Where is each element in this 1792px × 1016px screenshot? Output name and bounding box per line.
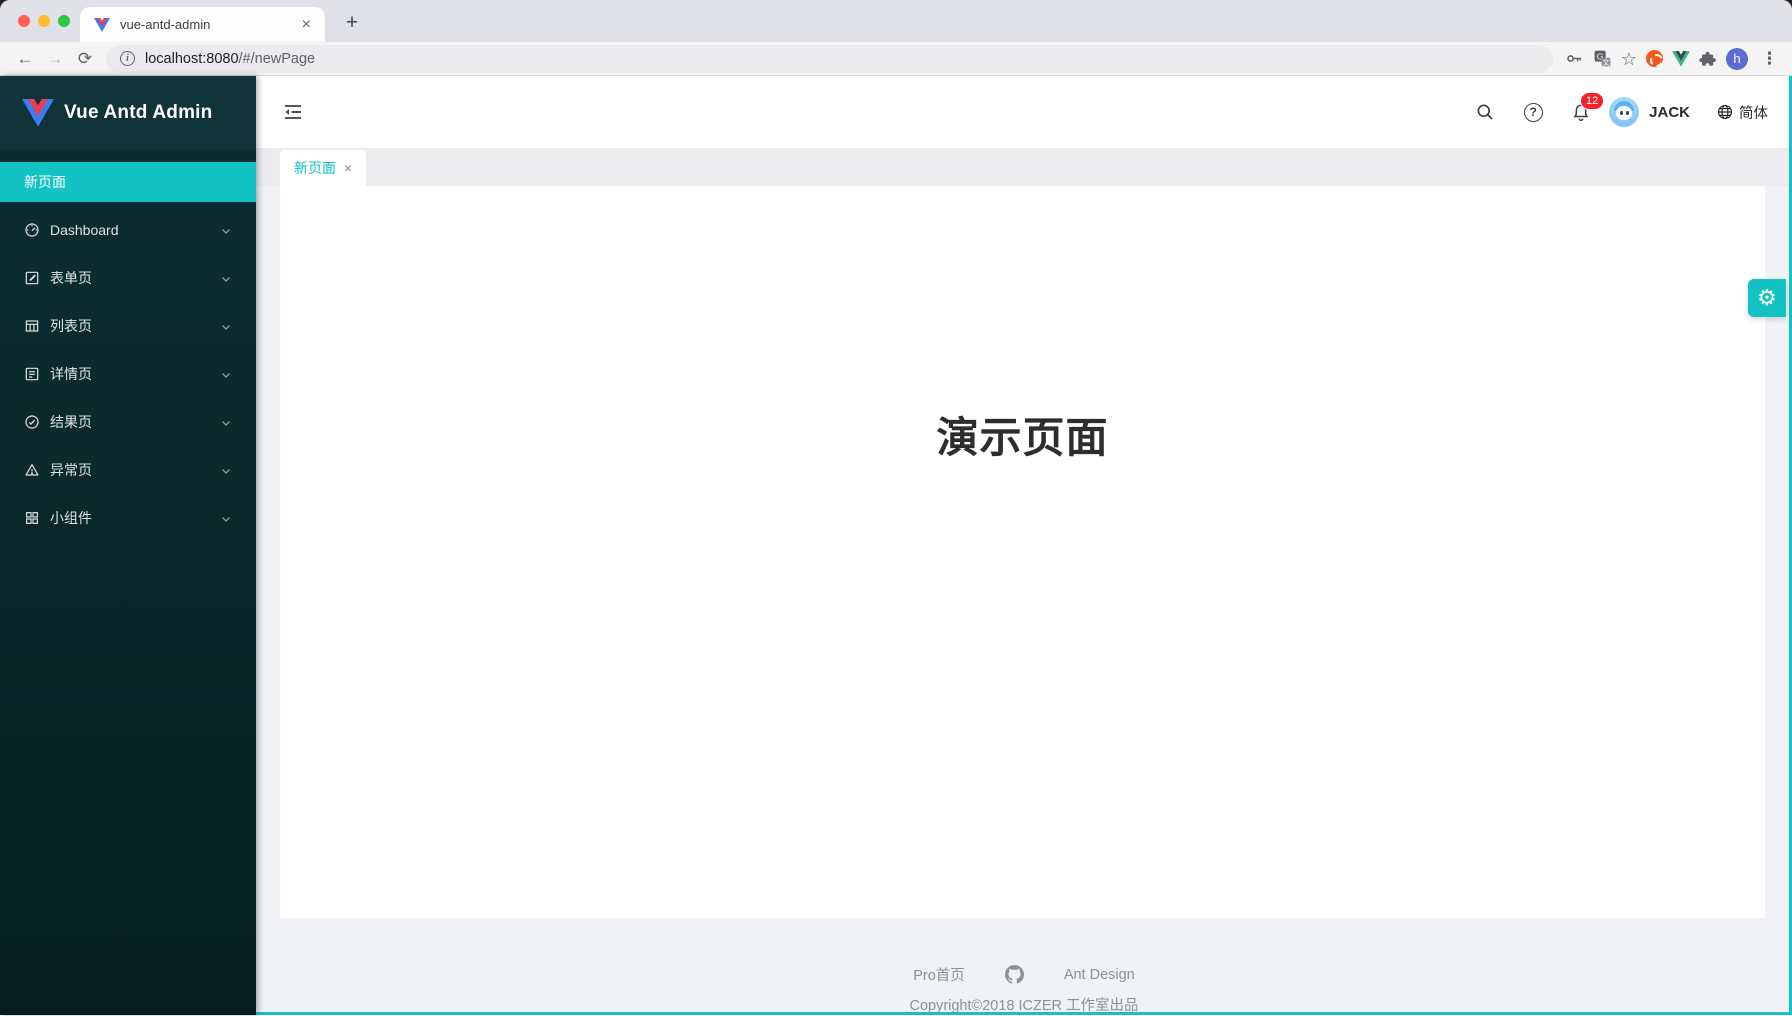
reload-icon[interactable]: ⟳: [70, 44, 100, 74]
chevron-down-icon: [220, 512, 232, 524]
browser-profile-avatar[interactable]: h: [1726, 48, 1748, 70]
app-header: ? 12 JACK 简体: [256, 76, 1792, 148]
vue-devtools-icon[interactable]: [1672, 51, 1690, 67]
translate-icon[interactable]: G文: [1593, 49, 1612, 68]
content-area: 演示页面 Pro首页 Ant Design Copyright©2018 ICZ…: [256, 186, 1792, 1015]
extensions-puzzle-icon[interactable]: [1699, 50, 1717, 68]
language-label: 简体: [1739, 102, 1768, 123]
page-tab-active[interactable]: 新页面 ×: [280, 150, 366, 186]
chevron-down-icon: [220, 224, 232, 236]
url-text[interactable]: localhost:8080/#/newPage: [145, 51, 315, 67]
header-actions: ? 12 JACK 简体: [1465, 92, 1768, 132]
appstore-icon: [24, 510, 40, 526]
sidebar-item-label: 新页面: [24, 172, 232, 192]
dashboard-icon: [24, 222, 40, 238]
toolbar-icons: G文 ☆ h ⋮: [1565, 48, 1782, 70]
back-icon[interactable]: ←: [10, 44, 40, 74]
notification-badge: 12: [1581, 93, 1603, 109]
form-icon: [24, 270, 40, 286]
user-avatar[interactable]: [1609, 97, 1639, 127]
close-window-button[interactable]: [18, 15, 30, 27]
vue-logo-icon: [22, 99, 54, 127]
chevron-down-icon: [220, 320, 232, 332]
footer-links: Pro首页 Ant Design: [256, 918, 1792, 985]
accent-bottom-edge: [0, 1012, 1792, 1015]
tab-close-icon[interactable]: ×: [298, 17, 315, 33]
settings-drawer-button[interactable]: ⚙: [1748, 279, 1786, 317]
language-selector[interactable]: 简体: [1716, 102, 1768, 123]
fullscreen-window-button[interactable]: [58, 15, 70, 27]
sidebar-item-newpage[interactable]: 新页面: [0, 162, 256, 202]
vue-favicon: [94, 17, 110, 33]
sidebar-item-detail[interactable]: 详情页: [0, 354, 256, 394]
sidebar-item-label: 表单页: [50, 268, 220, 288]
warning-icon: [24, 462, 40, 478]
password-key-icon[interactable]: [1565, 49, 1584, 68]
sidebar-item-form[interactable]: 表单页: [0, 258, 256, 298]
browser-tabstrip: vue-antd-admin × +: [0, 0, 1792, 42]
browser-tab-title: vue-antd-admin: [120, 17, 298, 32]
profile-icon: [24, 366, 40, 382]
url-host: localhost:8080: [145, 51, 239, 67]
extension-orange-icon[interactable]: [1646, 50, 1663, 67]
sidebar-item-label: 列表页: [50, 316, 220, 336]
sidebar-item-exception[interactable]: 异常页: [0, 450, 256, 490]
footer-link-antd[interactable]: Ant Design: [1064, 967, 1135, 983]
notification-button[interactable]: 12: [1561, 92, 1601, 132]
browser-menu-icon[interactable]: ⋮: [1757, 49, 1782, 69]
forward-icon: →: [40, 44, 70, 74]
menu-fold-icon[interactable]: [282, 101, 304, 123]
browser-window: vue-antd-admin × + ← → ⟳ i localhost:808…: [0, 0, 1792, 1016]
sidebar-menu: 新页面 Dashboard 表单页 列表页: [0, 150, 256, 538]
new-tab-button[interactable]: +: [338, 10, 366, 36]
chevron-down-icon: [220, 464, 232, 476]
svg-text:文: 文: [1602, 58, 1609, 67]
sidebar-item-result[interactable]: 结果页: [0, 402, 256, 442]
site-info-icon[interactable]: i: [120, 51, 135, 66]
sidebar-item-label: 异常页: [50, 460, 220, 480]
user-name[interactable]: JACK: [1649, 104, 1690, 121]
chevron-down-icon: [220, 416, 232, 428]
gear-icon: ⚙: [1757, 285, 1777, 311]
bookmark-star-icon[interactable]: ☆: [1621, 49, 1637, 69]
table-icon: [24, 318, 40, 334]
app-page: Vue Antd Admin 新页面 Dashboard 表单页: [0, 76, 1792, 1015]
browser-toolbar: ← → ⟳ i localhost:8080/#/newPage G文 ☆ h …: [0, 42, 1792, 76]
page-title: 演示页面: [280, 186, 1765, 465]
page-tab-label: 新页面: [294, 158, 336, 178]
url-path: /#/newPage: [239, 51, 316, 67]
search-button[interactable]: [1465, 92, 1505, 132]
sidebar-item-list[interactable]: 列表页: [0, 306, 256, 346]
sidebar-item-widgets[interactable]: 小组件: [0, 498, 256, 538]
github-icon[interactable]: [1005, 965, 1024, 984]
sidebar-item-label: 小组件: [50, 508, 220, 528]
globe-icon: [1716, 103, 1734, 121]
page-tabbar: 新页面 ×: [256, 148, 1792, 186]
page-tab-close-icon[interactable]: ×: [344, 160, 352, 176]
macos-traffic-lights: [18, 15, 70, 27]
app-title: Vue Antd Admin: [64, 102, 212, 124]
question-circle-icon: ?: [1524, 103, 1543, 122]
help-button[interactable]: ?: [1513, 92, 1553, 132]
check-circle-icon: [24, 414, 40, 430]
page-footer: Pro首页 Ant Design Copyright©2018 ICZER 工作…: [256, 918, 1792, 1015]
chevron-down-icon: [220, 368, 232, 380]
browser-tab[interactable]: vue-antd-admin ×: [80, 7, 325, 42]
content-card: 演示页面: [280, 186, 1765, 918]
address-bar[interactable]: i localhost:8080/#/newPage: [106, 45, 1553, 73]
sidebar: Vue Antd Admin 新页面 Dashboard 表单页: [0, 76, 256, 1015]
search-icon: [1475, 102, 1495, 122]
main-area: ? 12 JACK 简体: [256, 76, 1792, 1015]
sidebar-item-label: 结果页: [50, 412, 220, 432]
sidebar-item-label: Dashboard: [50, 222, 220, 238]
minimize-window-button[interactable]: [38, 15, 50, 27]
footer-link-pro[interactable]: Pro首页: [913, 964, 965, 985]
sidebar-item-dashboard[interactable]: Dashboard: [0, 210, 256, 250]
sidebar-item-label: 详情页: [50, 364, 220, 384]
app-logo[interactable]: Vue Antd Admin: [0, 76, 256, 150]
chevron-down-icon: [220, 272, 232, 284]
